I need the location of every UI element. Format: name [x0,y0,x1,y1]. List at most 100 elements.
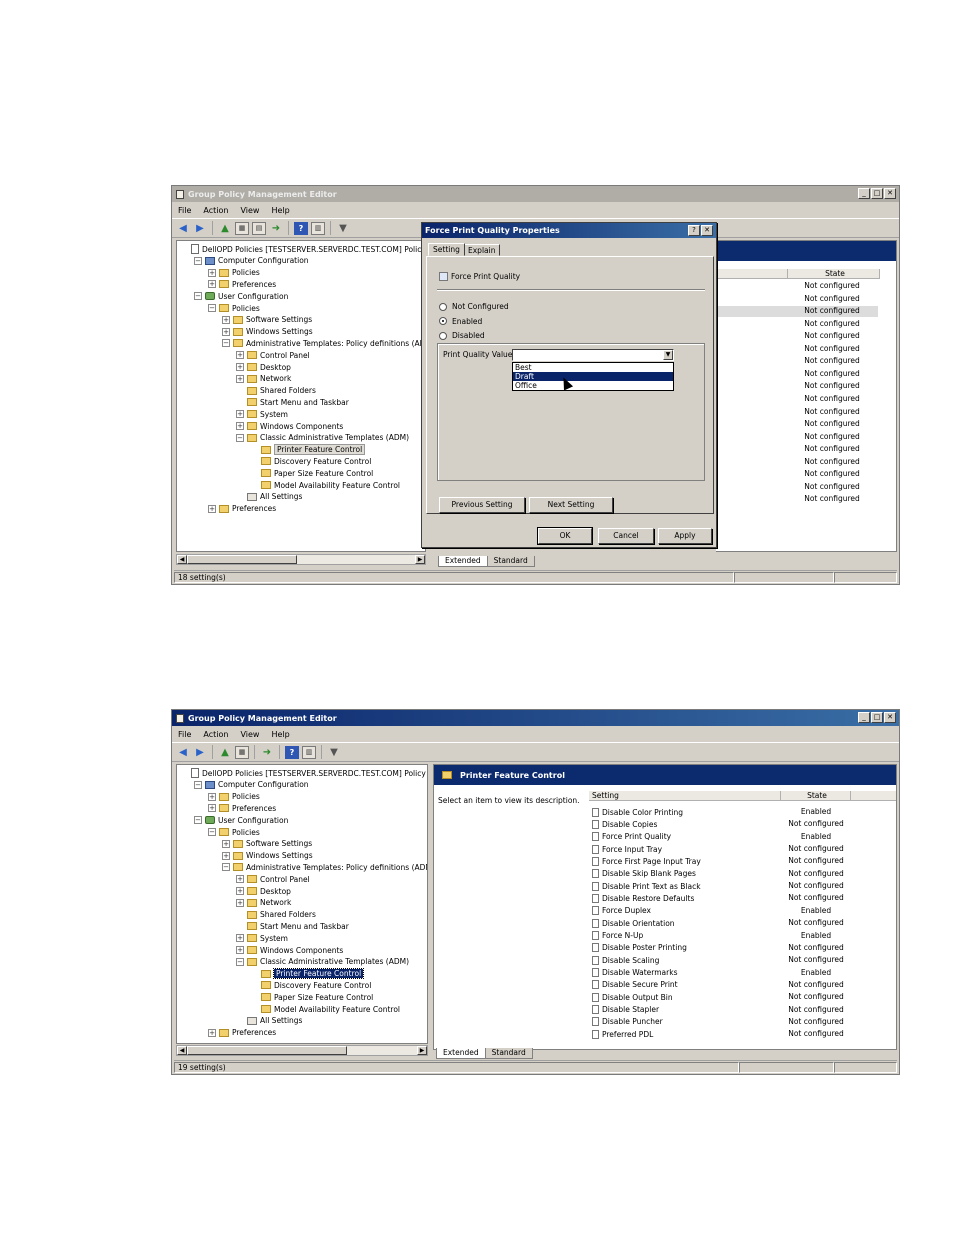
policy-row[interactable]: Force Input Tray [592,843,662,855]
chevron-down-icon[interactable]: ▼ [663,350,673,360]
expand-icon[interactable]: + [236,363,244,371]
scroll-thumb[interactable] [187,555,297,564]
policy-state[interactable]: Not configured [792,457,872,466]
collapse-icon[interactable]: − [236,957,244,966]
expand-icon[interactable]: + [236,887,244,895]
dropdown-option[interactable]: Draft [513,372,673,381]
tree-item[interactable]: + Windows Components [236,420,343,432]
menu-view[interactable]: View [240,730,259,739]
policy-row[interactable]: Force First Page Input Tray [592,855,701,867]
expand-icon[interactable]: + [236,351,244,360]
policy-row[interactable]: Disable Output Bin [592,991,673,1003]
menu-action[interactable]: Action [203,206,228,215]
policy-state[interactable]: Not configured [792,331,872,340]
radio-enabled[interactable]: Enabled [439,317,482,326]
dropdown-option[interactable]: Best [513,363,673,372]
policy-state[interactable]: Not configured [792,407,872,416]
console-tree[interactable]: DellOPD Policies [TESTSERVER.SERVERDC.TE… [176,764,428,1044]
column-state[interactable]: State [781,791,851,801]
tree-item[interactable]: + Software Settings [222,314,312,326]
export-list-icon[interactable]: ➜ [260,746,274,759]
policy-row[interactable]: Disable Print Text as Black [592,880,701,892]
radio-disabled[interactable]: Disabled [439,331,485,340]
tree-item[interactable]: Printer Feature Control [250,444,366,456]
radio-not-configured[interactable]: Not Configured [439,302,509,311]
expand-icon[interactable]: + [208,268,216,277]
policy-state[interactable]: Not configured [792,319,872,328]
help-icon[interactable]: ? [294,221,308,235]
tree-item[interactable]: Paper Size Feature Control [250,991,373,1003]
ok-button[interactable]: OK [537,527,593,545]
console-tree[interactable]: DellOPD Policies [TESTSERVER.SERVERDC.TE… [176,240,426,552]
tree-horizontal-scrollbar[interactable]: ◀ ▶ [176,554,426,565]
policy-state[interactable]: Not configured [792,469,872,478]
tree-item[interactable]: Shared Folders [236,909,316,921]
properties-icon[interactable]: ▤ [252,221,266,235]
expand-icon[interactable]: + [236,898,244,907]
policy-row[interactable]: Disable Stapler [592,1004,659,1016]
policy-state[interactable]: Not configured [792,306,872,315]
expand-icon[interactable]: + [222,839,230,848]
previous-setting-button[interactable]: Previous Setting [439,497,525,513]
tree-item[interactable]: Paper Size Feature Control [250,467,373,479]
tree-item[interactable]: Shared Folders [236,385,316,397]
close-button[interactable]: ✕ [884,188,896,199]
minimize-button[interactable]: _ [858,712,870,723]
collapse-icon[interactable]: − [194,292,202,301]
scroll-left-arrow[interactable]: ◀ [177,555,187,564]
policy-row[interactable]: Disable Color Printing [592,806,683,818]
policy-state[interactable]: Not configured [792,494,872,503]
menu-action[interactable]: Action [203,730,228,739]
policy-state[interactable]: Not configured [792,444,872,453]
tree-item[interactable]: + Software Settings [222,838,312,850]
collapse-icon[interactable]: − [194,780,202,789]
expand-icon[interactable]: + [208,504,216,513]
tab-standard[interactable]: Standard [486,556,535,567]
filter-icon[interactable]: ▼ [336,222,350,235]
dropdown-option[interactable]: Office [513,381,673,390]
policy-state[interactable]: Not configured [792,394,872,403]
tree-item[interactable]: + Windows Components [236,944,343,956]
collapse-icon[interactable]: − [236,433,244,442]
tree-item[interactable]: − User Configuration [194,290,288,302]
maximize-button[interactable]: □ [871,188,883,199]
dialog-close-button[interactable]: ✕ [701,225,713,236]
tree-item[interactable]: + Preferences [208,278,276,290]
policy-row[interactable]: Disable Puncher [592,1016,663,1028]
tree-item[interactable]: Model Availability Feature Control [250,1003,400,1015]
tab-standard[interactable]: Standard [484,1048,533,1059]
tree-item[interactable]: − Computer Configuration [194,779,309,791]
scroll-right-arrow[interactable]: ▶ [415,555,425,564]
help-icon[interactable]: ? [285,745,299,759]
expand-icon[interactable]: + [222,851,230,860]
show-hide-tree-icon[interactable]: ▦ [235,745,249,759]
tree-item[interactable]: Discovery Feature Control [250,979,371,991]
collapse-icon[interactable]: − [208,304,216,312]
maximize-button[interactable]: □ [871,712,883,723]
filter-icon[interactable]: ▼ [327,746,341,759]
policy-state[interactable]: Not configured [792,294,872,303]
tree-item[interactable]: + Control Panel [236,349,310,361]
view-icon[interactable]: ▥ [302,745,316,759]
tree-item[interactable]: − Administrative Templates: Policy defini… [222,861,427,873]
tree-item[interactable]: + System [236,932,288,944]
tree-item[interactable]: − Administrative Templates: Policy defini… [222,337,425,349]
tree-item[interactable]: All Settings [236,491,302,503]
collapse-icon[interactable]: − [222,339,230,348]
dialog-title-bar[interactable]: Force Print Quality Properties ? ✕ [422,223,716,238]
tree-item[interactable]: − Classic Administrative Templates (ADM) [236,432,409,444]
print-quality-select[interactable]: ▼ [512,349,674,361]
policy-row[interactable]: Disable Restore Defaults [592,892,694,904]
scroll-thumb[interactable] [187,1046,347,1055]
scroll-left-arrow[interactable]: ◀ [177,1046,187,1055]
dialog-help-button[interactable]: ? [688,225,700,236]
tree-item[interactable]: − Policies [208,826,260,838]
back-arrow-icon[interactable]: ◀ [176,746,190,759]
expand-icon[interactable]: + [236,875,244,884]
menu-file[interactable]: File [178,730,191,739]
policy-row[interactable]: Force N-Up [592,930,643,942]
tree-item[interactable]: + Preferences [208,503,276,515]
column-state[interactable]: State [788,269,880,279]
tree-item[interactable]: + Desktop [236,361,291,373]
menu-help[interactable]: Help [271,730,289,739]
